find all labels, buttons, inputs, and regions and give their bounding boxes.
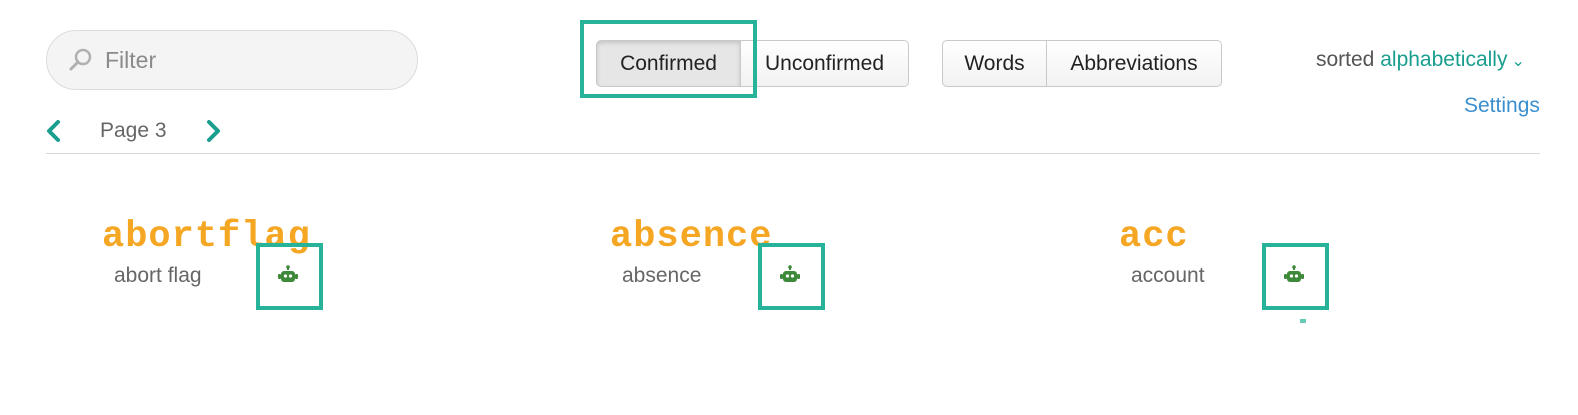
chevron-left-icon[interactable] <box>44 118 64 144</box>
marker-dot <box>1300 319 1306 323</box>
robot-icon[interactable] <box>278 265 298 285</box>
settings-link[interactable]: Settings <box>1464 94 1540 118</box>
filter-box[interactable] <box>46 30 418 90</box>
sort-control: sorted alphabetically ⌄ <box>1316 48 1525 72</box>
filter-input[interactable] <box>103 45 387 75</box>
page-indicator: Page 3 <box>100 119 167 142</box>
entry-word[interactable]: abortflag <box>102 216 311 258</box>
entry-expansion: abort flag <box>114 264 202 287</box>
search-icon <box>69 48 92 71</box>
sort-mode-dropdown[interactable]: alphabetically <box>1380 48 1507 71</box>
confirmed-button[interactable]: Confirmed <box>596 40 741 87</box>
sort-prefix: sorted <box>1316 48 1375 71</box>
robot-icon[interactable] <box>1284 265 1304 285</box>
status-toggle: Confirmed Unconfirmed <box>596 40 909 87</box>
unconfirmed-button[interactable]: Unconfirmed <box>741 40 909 87</box>
robot-icon[interactable] <box>780 265 800 285</box>
type-toggle: Words Abbreviations <box>942 40 1222 87</box>
entry-word[interactable]: absence <box>610 216 772 258</box>
chevron-down-icon[interactable]: ⌄ <box>1511 53 1524 70</box>
abbreviations-button[interactable]: Abbreviations <box>1047 40 1222 87</box>
chevron-right-icon[interactable] <box>203 118 223 144</box>
divider <box>46 153 1540 154</box>
entry-word[interactable]: acc <box>1119 216 1189 258</box>
entry-expansion: absence <box>622 264 702 287</box>
entry-expansion: account <box>1131 264 1205 287</box>
words-button[interactable]: Words <box>942 40 1047 87</box>
